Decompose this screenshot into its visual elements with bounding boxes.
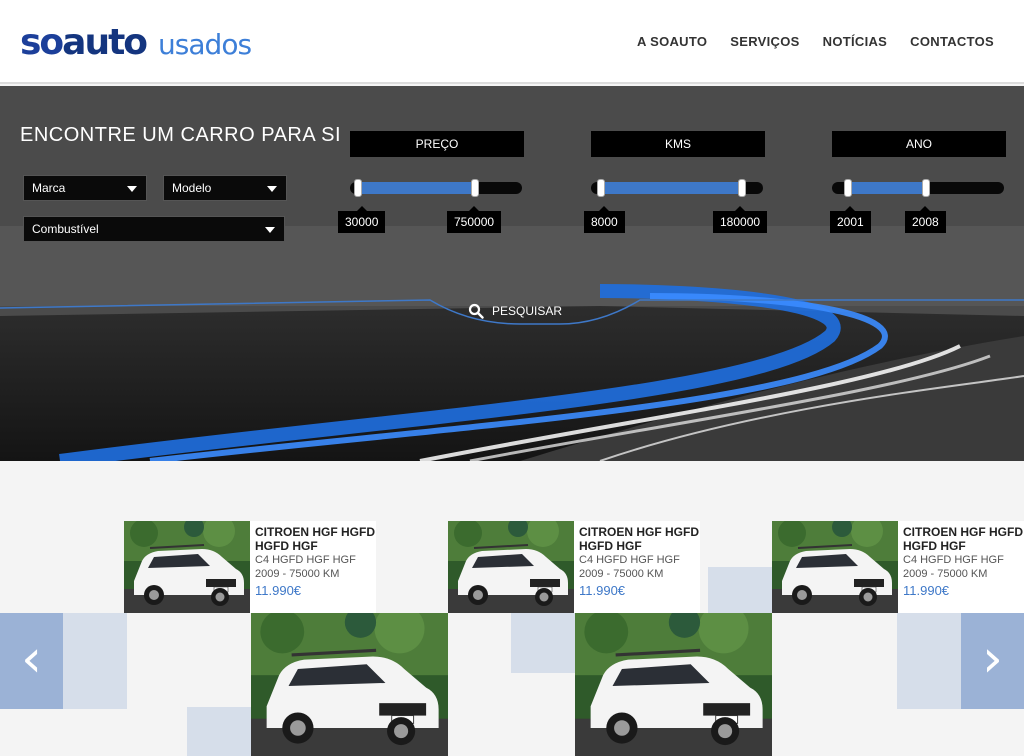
hero-search: ENCONTRE UM CARRO PARA SI Marca Modelo C… <box>0 86 1024 461</box>
ano-min-value: 2001 <box>830 206 871 233</box>
nav-noticias[interactable]: NOTÍCIAS <box>823 34 888 49</box>
listing-info: CITROEN HGF HGFD HGFD HGF C4 HGFD HGF HG… <box>255 525 379 598</box>
kms-max-value: 180000 <box>713 206 768 233</box>
hero-title: ENCONTRE UM CARRO PARA SI <box>20 124 342 146</box>
listing-title: CITROEN HGF HGFD HGFD HGF <box>255 525 375 553</box>
kms-min-handle[interactable] <box>597 179 605 197</box>
logo-auto: auto <box>62 22 148 63</box>
kms-min-value: 8000 <box>584 206 625 233</box>
logo-usados: usados <box>158 28 252 61</box>
carousel-prev-button[interactable]: ‹ <box>0 613 63 709</box>
marca-select-value: Marca <box>32 181 66 195</box>
ano-max-handle[interactable] <box>922 179 930 197</box>
listing-price: 11.990€ <box>579 583 626 598</box>
car-photo-large[interactable] <box>575 613 772 756</box>
listing-subtitle: C4 HGFD HGF HGF <box>255 554 356 566</box>
search-button[interactable]: PESQUISAR <box>440 296 590 326</box>
chevron-left-icon: ‹ <box>21 629 42 689</box>
modelo-select[interactable]: Modelo <box>163 175 287 201</box>
kms-slider-range <box>601 182 742 194</box>
logo-so: SO <box>20 22 64 63</box>
logo[interactable]: SO auto usados <box>20 22 252 63</box>
combustivel-select[interactable]: Combustível <box>23 216 285 242</box>
marca-select[interactable]: Marca <box>23 175 147 201</box>
car-thumbnail <box>772 521 898 613</box>
preco-max-value: 750000 <box>447 206 502 233</box>
car-thumbnail <box>124 521 250 613</box>
listing-subtitle: C4 HGFD HGF HGF <box>579 554 680 566</box>
listing-info: CITROEN HGF HGFD HGFD HGF C4 HGFD HGF HG… <box>903 525 1024 598</box>
listing-meta: 2009 - 75000 KM <box>903 568 988 580</box>
listing-subtitle: C4 HGFD HGF HGF <box>903 554 1004 566</box>
car-thumbnail <box>448 521 574 613</box>
ano-slider-range <box>848 182 926 194</box>
listings-carousel: CITROEN HGF HGFD HGFD HGF C4 HGFD HGF HG… <box>0 461 1024 756</box>
decor-tile <box>708 567 772 613</box>
listing-price: 11.990€ <box>255 583 302 598</box>
main-nav: A SOAUTO SERVIÇOS NOTÍCIAS CONTACTOS <box>637 34 994 49</box>
preco-filter-label: PREÇO <box>350 131 524 157</box>
listing-title: CITROEN HGF HGFD HGFD HGF <box>579 525 699 553</box>
preco-max-handle[interactable] <box>471 179 479 197</box>
combustivel-select-value: Combustível <box>32 222 99 236</box>
listing-meta: 2009 - 75000 KM <box>255 568 340 580</box>
nav-contactos[interactable]: CONTACTOS <box>910 34 994 49</box>
carousel-next-button[interactable]: › <box>961 613 1024 709</box>
chevron-down-icon <box>267 186 277 192</box>
modelo-select-value: Modelo <box>172 181 212 195</box>
listing-meta: 2009 - 75000 KM <box>579 568 664 580</box>
ano-filter-label: ANO <box>832 131 1006 157</box>
ano-min-handle[interactable] <box>844 179 852 197</box>
kms-filter-label: KMS <box>591 131 765 157</box>
nav-servicos[interactable]: SERVIÇOS <box>730 34 799 49</box>
preco-slider-range <box>358 182 475 194</box>
listing-card[interactable]: CITROEN HGF HGFD HGFD HGF C4 HGFD HGF HG… <box>124 521 376 613</box>
listing-card[interactable]: CITROEN HGF HGFD HGFD HGF C4 HGFD HGF HG… <box>448 521 700 613</box>
search-icon <box>468 303 484 319</box>
preco-min-handle[interactable] <box>354 179 362 197</box>
site-header: SO auto usados A SOAUTO SERVIÇOS NOTÍCIA… <box>0 0 1024 84</box>
search-button-label: PESQUISAR <box>491 304 563 318</box>
decor-tile <box>63 613 127 709</box>
kms-max-handle[interactable] <box>738 179 746 197</box>
listing-title: CITROEN HGF HGFD HGFD HGF <box>903 525 1023 553</box>
decor-tile <box>897 613 961 709</box>
decor-tile <box>511 613 575 673</box>
listing-card[interactable]: CITROEN HGF HGFD HGFD HGF C4 HGFD HGF HG… <box>772 521 1024 613</box>
ano-max-value: 2008 <box>905 206 946 233</box>
nav-a-soauto[interactable]: A SOAUTO <box>637 34 707 49</box>
decor-tile <box>187 707 251 756</box>
preco-min-value: 30000 <box>338 206 386 233</box>
chevron-down-icon <box>127 186 137 192</box>
chevron-down-icon <box>265 227 275 233</box>
listing-info: CITROEN HGF HGFD HGFD HGF C4 HGFD HGF HG… <box>579 525 703 598</box>
car-photo-large[interactable] <box>251 613 448 756</box>
listing-price: 11.990€ <box>903 583 950 598</box>
chevron-right-icon: › <box>982 629 1003 689</box>
